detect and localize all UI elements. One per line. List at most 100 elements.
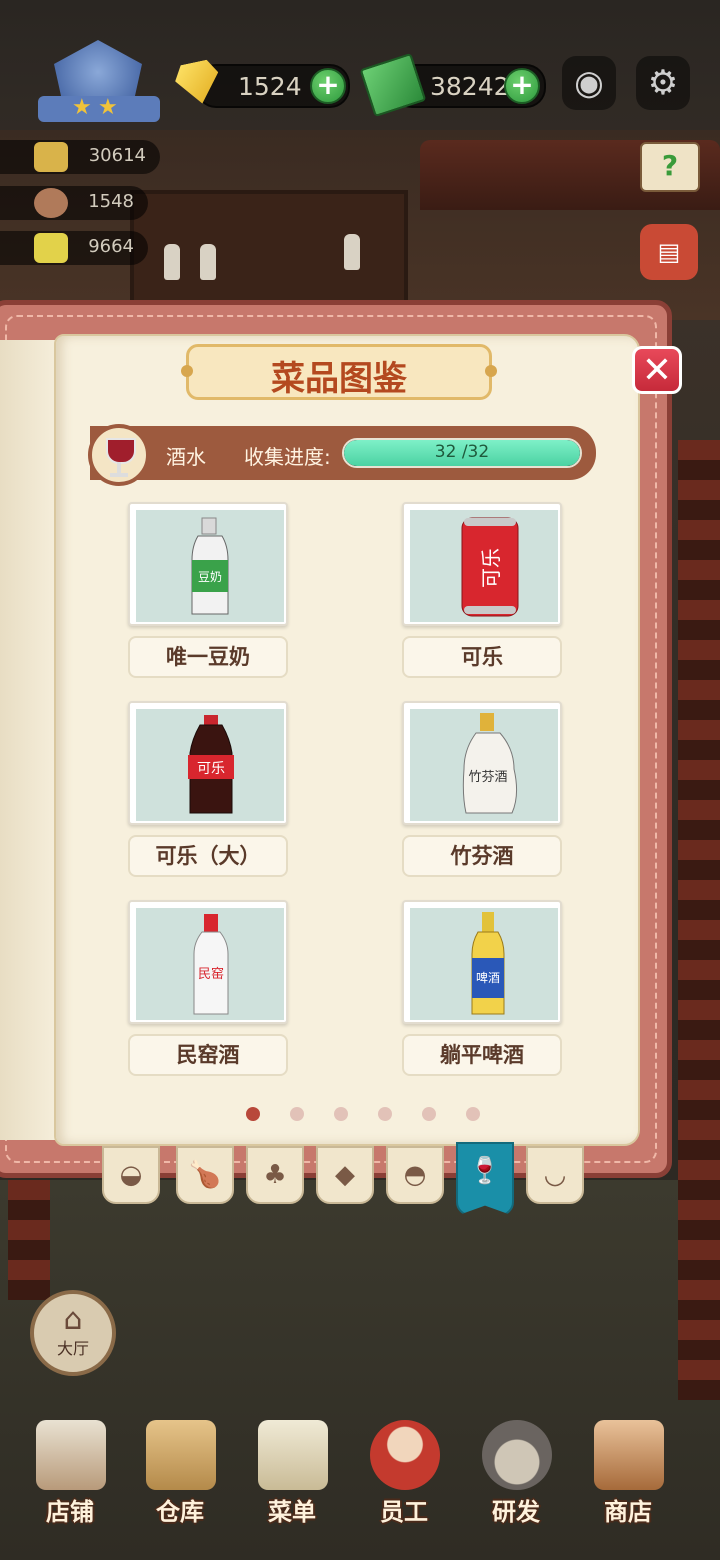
wine-glass-icon: 🍷 <box>468 1156 502 1186</box>
nav-label: 商店 <box>604 1498 652 1526</box>
page-dot[interactable] <box>290 1107 304 1121</box>
rank-badge[interactable]: ★ ★ <box>38 40 160 128</box>
wok-icon: ◒ <box>119 1160 143 1190</box>
item-name: 可乐 <box>402 636 562 678</box>
page-dot[interactable] <box>378 1107 392 1121</box>
background-shelf <box>130 190 408 308</box>
hall-button[interactable]: ⌂ 大厅 <box>30 1290 116 1376</box>
shelf-bottle <box>164 244 180 280</box>
fish-icon: ◆ <box>335 1160 355 1190</box>
gem-count: 1524 <box>238 72 302 101</box>
collection-progress-bar: 32 /32 <box>342 438 582 468</box>
minyao-bottle-icon: 民窑 <box>193 914 229 1015</box>
tab-wine-glass[interactable]: 🍷 <box>456 1142 514 1216</box>
page-dot[interactable] <box>334 1107 348 1121</box>
tab-drumstick[interactable]: 🍗 <box>176 1146 234 1204</box>
building-icon: ⌂ <box>63 1302 83 1337</box>
liquor-bottle-icon: 竹芬酒 <box>462 713 518 814</box>
top-hud: ★ ★ 1524 + 382427 + ◉ ⚙ <box>0 0 720 130</box>
nav-label: 员工 <box>380 1498 428 1526</box>
big-cola-bottle-icon: 可乐 <box>188 715 234 814</box>
background-pillar <box>678 440 720 1400</box>
shelf-bottle <box>200 244 216 280</box>
nav-warehouse[interactable]: 仓库 <box>130 1420 230 1540</box>
item-image-frame: 啤酒 <box>402 900 562 1024</box>
soymilk-art-text: 豆奶 <box>198 570 222 584</box>
nav-store[interactable]: 店铺 <box>20 1420 120 1540</box>
nav-label: 菜单 <box>268 1498 316 1526</box>
side-menu-button[interactable]: ▤ <box>640 224 698 280</box>
beer-bottle-icon: 啤酒 <box>471 912 505 1015</box>
close-button[interactable]: ✕ <box>632 346 682 394</box>
drumstick-icon: 🍗 <box>188 1160 222 1190</box>
item-image: 可乐 <box>136 709 284 821</box>
stat-value: 1548 <box>88 191 134 212</box>
progress-text: 32 /32 <box>434 442 490 462</box>
page-dot[interactable] <box>422 1107 436 1121</box>
ticket-icon <box>34 233 68 263</box>
item-image: 啤酒 <box>410 908 558 1020</box>
tab-bread[interactable]: ◓ <box>386 1146 444 1204</box>
settings-button[interactable]: ⚙ <box>636 56 690 110</box>
gear-icon: ⚙ <box>647 63 679 103</box>
item-name: 竹芬酒 <box>402 835 562 877</box>
tab-wok[interactable]: ◒ <box>102 1146 160 1204</box>
minyao-art-text: 民窑 <box>198 966 224 982</box>
nav-staff[interactable]: 员工 <box>354 1420 454 1540</box>
item-name: 躺平啤酒 <box>402 1034 562 1076</box>
item-image-frame: 民窑 <box>128 900 288 1024</box>
panel-title: 菜品图鉴 <box>271 359 407 399</box>
hall-label: 大厅 <box>56 1339 89 1358</box>
clipboard-icon <box>258 1420 328 1490</box>
page-dot[interactable] <box>466 1107 480 1121</box>
stat-value: 30614 <box>88 145 146 166</box>
nav-label: 店铺 <box>46 1498 94 1526</box>
stat-row-3: 9664 <box>0 231 148 265</box>
star-icon: ★ <box>72 95 92 120</box>
add-cash-button[interactable]: + <box>504 68 540 104</box>
camera-button[interactable]: ◉ <box>562 56 616 110</box>
beer-art-text: 啤酒 <box>476 970 500 985</box>
nav-menu[interactable]: 菜单 <box>242 1420 342 1540</box>
item-image: 可乐 <box>410 510 558 622</box>
category-name: 酒水 <box>166 445 206 469</box>
background-pillar <box>8 1180 50 1300</box>
help-book-button[interactable]: ? <box>640 142 700 192</box>
item-name: 唯一豆奶 <box>128 636 288 678</box>
item-image: 豆奶 <box>136 510 284 622</box>
broccoli-icon: ♣ <box>263 1160 287 1190</box>
nav-label: 仓库 <box>156 1498 204 1526</box>
wok-research-icon <box>482 1420 552 1490</box>
cola-can-icon: 可乐 <box>461 517 519 617</box>
waiter-icon <box>370 1420 440 1490</box>
calendar-icon: ▤ <box>657 238 681 266</box>
cola-art-text: 可乐 <box>479 548 503 588</box>
stat-row-2: 1548 <box>0 186 148 220</box>
chef-icon <box>34 188 68 218</box>
item-name: 可乐（大） <box>128 835 288 877</box>
item-image-frame: 竹芬酒 <box>402 701 562 825</box>
stat-row-1: 30614 <box>0 140 160 174</box>
page-dot[interactable] <box>246 1107 260 1121</box>
add-gems-button[interactable]: + <box>310 68 346 104</box>
item-image-frame: 可乐 <box>402 502 562 626</box>
boxes-icon <box>146 1420 216 1490</box>
tab-broccoli[interactable]: ♣ <box>246 1146 304 1204</box>
item-name: 民窑酒 <box>128 1034 288 1076</box>
question-icon: ? <box>661 149 679 182</box>
title-plate: 菜品图鉴 <box>181 344 497 400</box>
wine-glass-base <box>110 473 128 477</box>
tab-fish[interactable]: ◆ <box>316 1146 374 1204</box>
nav-research[interactable]: 研发 <box>466 1420 566 1540</box>
tab-bowl[interactable]: ◡ <box>526 1146 584 1204</box>
bamboo-art-text: 竹芬酒 <box>468 770 507 785</box>
big-cola-art-text: 可乐 <box>197 761 225 777</box>
item-image: 民窑 <box>136 908 284 1020</box>
camera-icon: ◉ <box>574 63 604 103</box>
nav-shop[interactable]: 商店 <box>578 1420 678 1540</box>
shelf-bottle <box>344 234 360 270</box>
store-icon <box>36 1420 106 1490</box>
item-image: 竹芬酒 <box>410 709 558 821</box>
star-icon: ★ <box>98 95 118 120</box>
pot-icon <box>34 142 68 172</box>
